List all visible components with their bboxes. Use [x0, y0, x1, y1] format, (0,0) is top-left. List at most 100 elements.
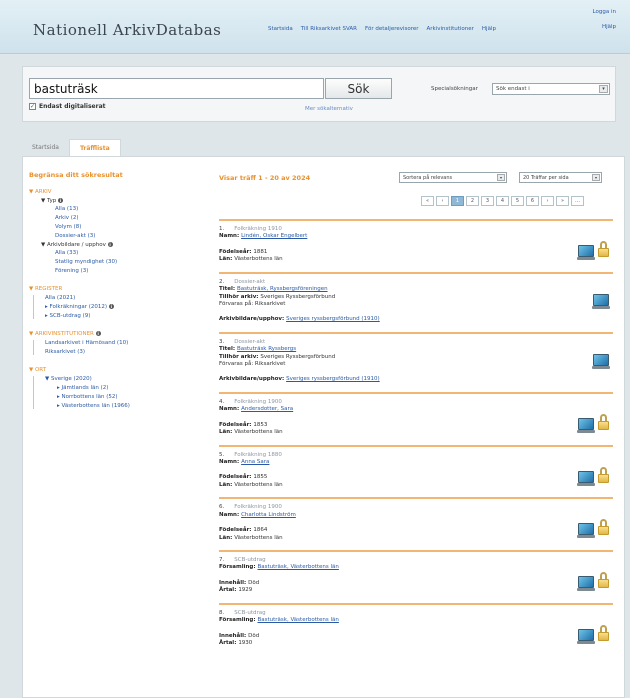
tab-traefflista[interactable]: Träfflista: [68, 139, 121, 157]
result-header: 5. Folkräkning 1880: [219, 452, 613, 459]
facet-item[interactable]: Förening (3): [55, 268, 229, 274]
digitized-image-icon[interactable]: [577, 575, 595, 591]
facet-item[interactable]: Dossier-akt (3): [55, 233, 229, 239]
digitized-image-icon[interactable]: [577, 470, 595, 486]
info-icon[interactable]: i: [57, 198, 63, 203]
nav-detaljerevisorer[interactable]: För detaljerevisorer: [365, 26, 419, 32]
page-button[interactable]: »: [556, 196, 569, 206]
result-number: 7.: [219, 556, 225, 563]
tab-startsida[interactable]: Startsida: [22, 139, 69, 157]
info-icon[interactable]: i: [107, 242, 113, 247]
page-button[interactable]: «: [421, 196, 434, 206]
digitized-checkbox[interactable]: ✓: [29, 103, 36, 110]
page-button[interactable]: 4: [496, 196, 509, 206]
top-links: Logga in Hjälp: [593, 9, 616, 39]
result-link[interactable]: Charlotta Lindström: [241, 512, 296, 518]
facet-item[interactable]: ▸ Folkräkningar (2012) i: [45, 304, 229, 310]
facet-item[interactable]: ▸ Jämtlands län (2): [57, 385, 229, 391]
lock-body: [598, 420, 609, 430]
nav-riksarkivet[interactable]: Till Riksarkivet SVAR: [301, 26, 357, 32]
digitized-image-icon[interactable]: [577, 628, 595, 644]
facet-item[interactable]: Statlig myndighet (30): [55, 259, 229, 265]
per-page-select[interactable]: 20 Träffar per sida ▾: [519, 172, 602, 183]
facet-item[interactable]: Alla (33): [55, 250, 229, 256]
facet-title[interactable]: ▼ ARKIVINSTITUTIONER i: [29, 331, 229, 337]
field-label: Län:: [219, 429, 235, 436]
facet-title[interactable]: ▼ ORT: [29, 367, 229, 373]
lock-icon[interactable]: [598, 466, 609, 483]
page-button[interactable]: 6: [526, 196, 539, 206]
pagination: «‹ 1 2 3 4 5 6 ›»…: [421, 196, 584, 206]
nav-arkivinstitutioner[interactable]: Arkivinstitutioner: [427, 26, 474, 32]
facet-item[interactable]: Alla (2021): [45, 295, 229, 301]
facet-title[interactable]: ▼ ARKIV: [29, 189, 229, 195]
result-link[interactable]: Anna Sara: [241, 459, 269, 465]
result-link[interactable]: Andersdotter, Sara: [241, 406, 293, 412]
digitized-image-icon[interactable]: [592, 293, 610, 309]
lock-icon[interactable]: [598, 241, 609, 257]
facet-subtitle[interactable]: ▼ Typ i: [41, 198, 229, 204]
facet-item[interactable]: Volym (8): [55, 224, 229, 230]
facet-item[interactable]: ▸ Västerbottens län (1966): [57, 403, 229, 409]
sort-select[interactable]: Sortera på relevans ▾: [399, 172, 507, 183]
site-logo[interactable]: Nationell ArkivDatabas: [33, 21, 221, 39]
digitized-image-icon[interactable]: [577, 523, 595, 539]
field-label: Titel:: [219, 286, 237, 293]
page-button[interactable]: …: [571, 196, 584, 206]
facet-item[interactable]: ▸ Norrbottens län (52): [57, 394, 229, 400]
facet-title[interactable]: ▼ REGISTER: [29, 286, 229, 292]
lock-icon[interactable]: [598, 519, 609, 536]
result-link[interactable]: Sveriges ryssbergsförbund (1910): [286, 316, 380, 322]
field-label: Titel:: [219, 346, 237, 353]
info-icon[interactable]: i: [95, 331, 101, 336]
facet-subtitle[interactable]: ▼ Arkivbildare / upphov i: [41, 242, 229, 248]
site-header: Nationell ArkivDatabas Startsida Till Ri…: [0, 0, 630, 54]
search-input[interactable]: [29, 78, 324, 99]
result-header: 3. Dossier-akt: [219, 339, 613, 346]
result-link[interactable]: Lindén, Oskar Engelbert: [241, 233, 307, 239]
result-link[interactable]: Bastuträsk Ryssbergs: [237, 346, 296, 352]
lock-icon[interactable]: [598, 624, 609, 641]
page-button[interactable]: 5: [511, 196, 524, 206]
digitized-image-icon[interactable]: [577, 245, 595, 260]
page-button[interactable]: 2: [466, 196, 479, 206]
result-item: 4. Folkräkning 1900 Namn: Andersdotter, Sa…: [219, 391, 613, 445]
field-value: 1930: [238, 639, 253, 646]
advanced-search-link[interactable]: Mer sökalternativ: [305, 106, 353, 112]
field-label: Församling:: [219, 564, 258, 571]
page-button[interactable]: 3: [481, 196, 494, 206]
facet-item[interactable]: Alla (13): [55, 206, 229, 212]
special-search-select[interactable]: Sök endast i ▾: [492, 83, 610, 95]
result-field: Förvaras på: Riksarkivet: [219, 361, 613, 368]
facet-item[interactable]: Riksarkivet (3): [45, 349, 229, 355]
lock-icon[interactable]: [598, 413, 609, 430]
result-field: Födelseår: 1853: [219, 422, 613, 429]
help-link[interactable]: Hjälp: [593, 24, 616, 30]
page-button[interactable]: ›: [541, 196, 554, 206]
facet-item[interactable]: Landsarkivet i Härnösand (10): [45, 340, 229, 346]
main-nav: Startsida Till Riksarkivet SVAR För deta…: [268, 26, 496, 32]
facet-item[interactable]: Arkiv (2): [55, 215, 229, 221]
tab-bar: Startsida Träfflista: [22, 139, 121, 157]
search-panel: Sök ✓ Endast digitaliserat Mer sökaltern…: [22, 66, 616, 122]
info-icon[interactable]: i: [108, 304, 114, 309]
page-button[interactable]: 1: [451, 196, 464, 206]
facet-item[interactable]: ▼ Sverige (2020): [45, 376, 229, 382]
search-button[interactable]: Sök: [325, 78, 392, 99]
login-link[interactable]: Logga in: [593, 9, 616, 15]
result-link[interactable]: Sveriges ryssbergsförbund (1910): [286, 376, 380, 382]
digitized-filter[interactable]: ✓ Endast digitaliserat: [29, 103, 106, 110]
digitized-image-icon[interactable]: [592, 353, 610, 369]
digitized-image-icon[interactable]: [577, 417, 595, 433]
result-link[interactable]: Bastuträsk, Västerbottens län: [257, 617, 338, 623]
nav-startsida[interactable]: Startsida: [268, 26, 293, 32]
result-link[interactable]: Bastuträsk, Västerbottens län: [257, 564, 338, 570]
nav-hjalp[interactable]: Hjälp: [482, 26, 496, 32]
lock-icon[interactable]: [598, 571, 609, 588]
facet-item[interactable]: ▸ SCB-utdrag (9): [45, 313, 229, 319]
result-link[interactable]: Bastuträsk, Ryssbergsföreningen: [237, 286, 328, 292]
lock-body: [598, 526, 609, 536]
page-button[interactable]: ‹: [436, 196, 449, 206]
